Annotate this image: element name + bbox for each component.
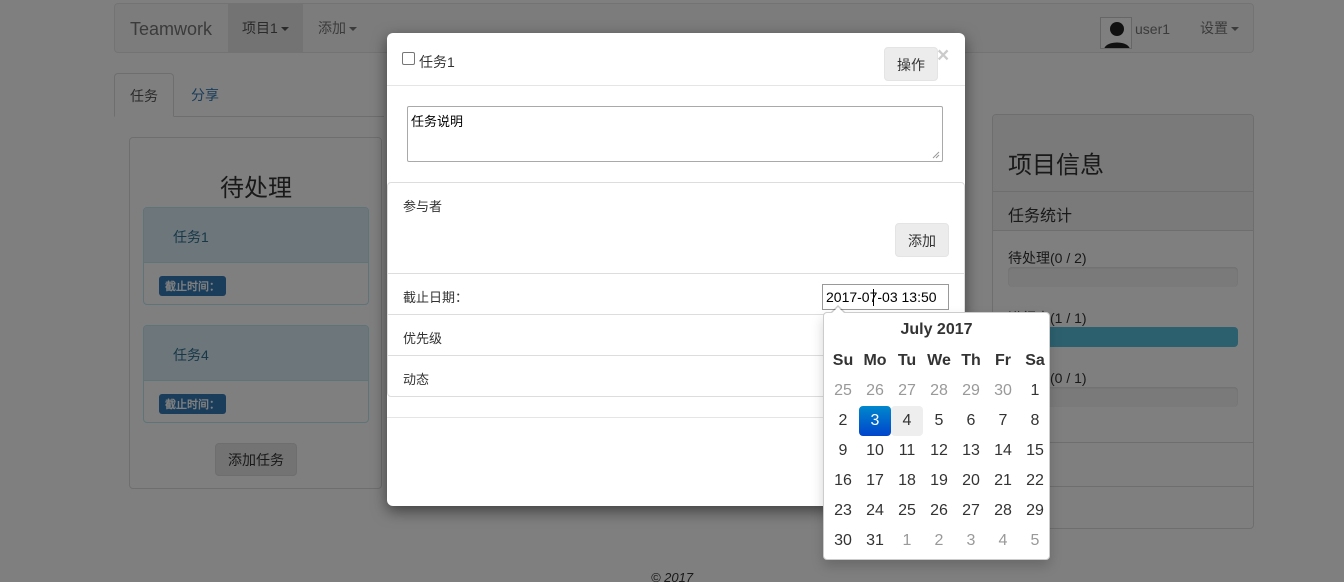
calendar-day[interactable]: 26 <box>923 496 955 526</box>
calendar-day[interactable]: 21 <box>987 466 1019 496</box>
participants-row: 参与者 添加 <box>387 182 965 274</box>
weekday-header: We <box>927 352 951 369</box>
calendar-day[interactable]: 10 <box>859 436 891 466</box>
priority-label: 优先级 <box>403 331 443 346</box>
calendar-day[interactable]: 6 <box>955 406 987 436</box>
calendar-day[interactable]: 26 <box>859 376 891 406</box>
calendar-day-selected[interactable]: 3 <box>859 406 891 436</box>
calendar-day[interactable]: 30 <box>827 526 859 556</box>
calendar-day[interactable]: 5 <box>923 406 955 436</box>
calendar-day[interactable]: 15 <box>1019 436 1051 466</box>
calendar-day[interactable]: 29 <box>955 376 987 406</box>
calendar-day[interactable]: 12 <box>923 436 955 466</box>
weekday-header: Fr <box>995 352 1011 369</box>
modal-task-title: 任务1 <box>419 54 455 70</box>
calendar-day[interactable]: 3 <box>955 526 987 556</box>
calendar-day[interactable]: 1 <box>891 526 923 556</box>
calendar-day[interactable]: 20 <box>955 466 987 496</box>
close-icon[interactable]: × <box>937 45 949 66</box>
weekday-header: Th <box>961 352 981 369</box>
calendar-day[interactable]: 11 <box>891 436 923 466</box>
calendar-day[interactable]: 8 <box>1019 406 1051 436</box>
calendar-day[interactable]: 23 <box>827 496 859 526</box>
calendar-day[interactable]: 17 <box>859 466 891 496</box>
text-cursor <box>873 289 874 306</box>
task-description-input[interactable]: 任务说明 <box>407 106 943 162</box>
task-description-text: 任务说明 <box>411 114 464 129</box>
datepicker-popup: July 2017 Su Mo Tu We Th Fr Sa 25 26 27 28 29 30 1 2 3 4… <box>823 305 1051 560</box>
calendar-day[interactable]: 28 <box>987 496 1019 526</box>
resize-grip-icon[interactable] <box>932 151 940 159</box>
datepicker-month-title[interactable]: July 2017 <box>824 321 1049 339</box>
calendar-day[interactable]: 30 <box>987 376 1019 406</box>
calendar-day[interactable]: 5 <box>1019 526 1051 556</box>
calendar-day[interactable]: 4 <box>987 526 1019 556</box>
weekday-header: Tu <box>897 352 917 369</box>
calendar-day[interactable]: 2 <box>827 406 859 436</box>
modal-header: 任务1 操作 × <box>387 33 965 86</box>
calendar-day[interactable]: 19 <box>923 466 955 496</box>
datepicker-grid: Su Mo Tu We Th Fr Sa 25 26 27 28 29 30 1 2 3 4 5 6 7 8 9 10 11 1… <box>827 346 1051 556</box>
calendar-day[interactable]: 16 <box>827 466 859 496</box>
calendar-day[interactable]: 31 <box>859 526 891 556</box>
calendar-day[interactable]: 7 <box>987 406 1019 436</box>
popup-arrow-inner <box>832 307 844 313</box>
calendar-day[interactable]: 25 <box>891 496 923 526</box>
weekday-header: Sa <box>1025 352 1045 369</box>
calendar-day[interactable]: 25 <box>827 376 859 406</box>
calendar-day[interactable]: 28 <box>923 376 955 406</box>
activity-label: 动态 <box>403 372 430 387</box>
weekday-header: Su <box>832 352 854 369</box>
calendar-day[interactable]: 24 <box>859 496 891 526</box>
task-complete-checkbox[interactable] <box>402 52 415 65</box>
participants-label: 参与者 <box>403 199 443 214</box>
weekday-header: Mo <box>863 352 887 369</box>
calendar-day[interactable]: 2 <box>923 526 955 556</box>
calendar-day[interactable]: 29 <box>1019 496 1051 526</box>
calendar-day[interactable]: 27 <box>955 496 987 526</box>
calendar-day[interactable]: 1 <box>1019 376 1051 406</box>
add-participant-button[interactable]: 添加 <box>895 223 949 257</box>
calendar-day[interactable]: 22 <box>1019 466 1051 496</box>
deadline-label: 截止日期： <box>403 290 469 305</box>
action-button[interactable]: 操作 <box>884 47 938 81</box>
calendar-day[interactable]: 9 <box>827 436 859 466</box>
calendar-day[interactable]: 14 <box>987 436 1019 466</box>
calendar-day[interactable]: 18 <box>891 466 923 496</box>
calendar-day-today[interactable]: 4 <box>891 406 923 436</box>
calendar-day[interactable]: 27 <box>891 376 923 406</box>
deadline-value: 2017-07-03 13:50 <box>826 289 937 305</box>
calendar-day[interactable]: 13 <box>955 436 987 466</box>
